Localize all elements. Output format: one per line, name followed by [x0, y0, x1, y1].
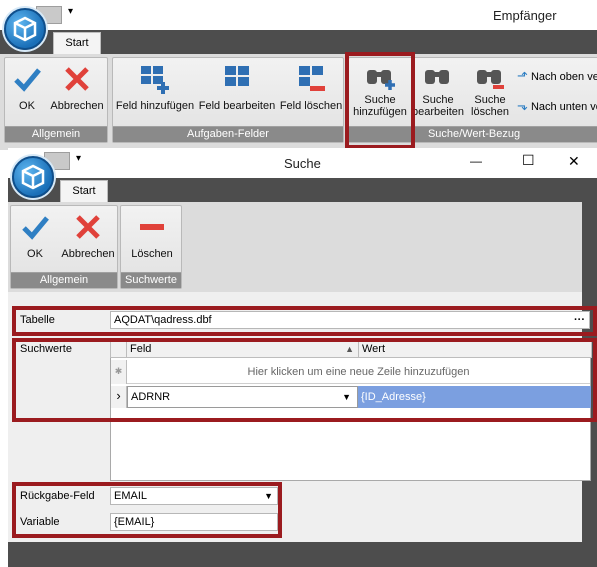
suche-hinzufuegen-button[interactable]: Suche hinzufügen	[351, 64, 409, 118]
back-group-allgemein: OK Abbrechen Allgemein	[4, 57, 108, 143]
new-row-marker-icon: ✱	[111, 360, 127, 384]
close-icon[interactable]: ✕	[568, 153, 580, 170]
dialog-group-allgemein-label: Allgemein	[11, 272, 117, 288]
dialog-title: Suche	[284, 156, 321, 171]
nach-unten-button[interactable]: ⬎ Nach unten ve	[517, 98, 597, 114]
grid-cell-wert[interactable]: {ID_Adresse}	[358, 386, 591, 408]
dialog-tab-start[interactable]: Start	[60, 180, 108, 202]
minimize-icon[interactable]: —	[470, 154, 482, 168]
chevron-down-icon[interactable]: ▼	[264, 488, 273, 504]
dialog-group-suchwerte-label: Suchwerte	[121, 272, 181, 288]
close-x-icon	[76, 215, 100, 239]
back-abbrechen-button[interactable]: Abbrechen	[49, 64, 105, 112]
sort-asc-icon: ▲	[345, 344, 354, 354]
dialog-qat-dropdown-icon[interactable]: ▾	[76, 153, 81, 164]
feld-bearbeiten-button[interactable]: Feld bearbeiten	[197, 64, 277, 112]
dialog-app-orb-icon[interactable]	[12, 156, 54, 198]
dialog-statusbar	[8, 542, 597, 567]
suche-loeschen-label-2: löschen	[471, 106, 509, 118]
suche-hinzufuegen-label-2: hinzufügen	[353, 106, 407, 118]
back-tab-start[interactable]: Start	[53, 32, 101, 54]
tabelle-field[interactable]: AQDAT\qadress.dbf ···	[110, 311, 590, 329]
add-field-icon	[141, 66, 169, 94]
back-ok-label: OK	[19, 100, 35, 112]
rueckgabe-select[interactable]: EMAIL ▼	[110, 487, 278, 505]
delete-field-icon	[299, 66, 325, 91]
checkmark-icon	[22, 216, 49, 240]
suche-bearbeiten-label-2: bearbeiten	[412, 106, 464, 118]
nach-oben-label: Nach oben ve	[530, 71, 597, 83]
suche-bearbeiten-label-1: Suche	[422, 94, 454, 106]
feld-hinzufuegen-button[interactable]: Feld hinzufügen	[115, 64, 195, 112]
feld-bearbeiten-label: Feld bearbeiten	[198, 100, 276, 112]
close-x-icon	[65, 67, 89, 91]
suche-loeschen-label-1: Suche	[474, 94, 506, 106]
grid-col-feld-label: Feld	[130, 343, 152, 355]
grid-cell-feld-value: ADRNR	[131, 391, 171, 403]
back-group-allgemein-label: Allgemein	[5, 126, 107, 142]
arrow-down-icon: ⬎	[517, 98, 528, 113]
variable-field[interactable]: {EMAIL}	[110, 513, 278, 531]
dialog-group-suchwerte: Löschen Suchwerte	[120, 205, 182, 289]
tabelle-label: Tabelle	[20, 314, 55, 326]
binoculars-icon	[425, 70, 449, 84]
variable-label: Variable	[20, 516, 60, 528]
grid-corner	[110, 341, 127, 358]
arrow-up-icon: ⬏	[517, 68, 528, 83]
back-group-aufgaben-felder-label: Aufgaben-Felder	[113, 126, 343, 142]
tabelle-value: AQDAT\qadress.dbf	[114, 314, 212, 326]
suche-hinzufuegen-label-1: Suche	[364, 94, 396, 106]
grid-col-wert-label: Wert	[362, 343, 386, 355]
suche-loeschen-button[interactable]: Suche löschen	[465, 64, 515, 118]
grid-cell-feld[interactable]: ADRNR ▼	[127, 386, 358, 408]
app-orb-icon[interactable]	[4, 8, 46, 50]
row-selector-icon[interactable]: ›	[111, 386, 127, 408]
back-group-suche-wert-bezug-label: Suche/Wert-Bezug	[349, 126, 597, 142]
suchwerte-grid: Feld ▲ Wert ✱ Hier klicken um eine neue …	[110, 341, 592, 481]
nach-oben-button[interactable]: ⬏ Nach oben ve	[517, 68, 597, 84]
back-group-aufgaben-felder: Feld hinzufügen Feld bearbeiten Feld lös…	[112, 57, 344, 143]
minus-icon	[140, 224, 164, 230]
grid-col-wert[interactable]: Wert	[358, 341, 592, 358]
suchwerte-label: Suchwerte	[20, 343, 72, 355]
dialog-abbrechen-label: Abbrechen	[61, 248, 115, 260]
back-group-suche-wert-bezug: Suche hinzufügen Suche bearbeiten Suche …	[348, 57, 597, 143]
dropdown-arrow-icon[interactable]: ▼	[342, 387, 351, 407]
rueckgabe-label: Rückgabe-Feld	[20, 490, 95, 502]
rueckgabe-value: EMAIL	[114, 490, 148, 502]
back-abbrechen-label: Abbrechen	[50, 100, 104, 112]
feld-loeschen-label: Feld löschen	[279, 100, 343, 112]
suche-bearbeiten-button[interactable]: Suche bearbeiten	[411, 64, 465, 118]
back-ok-button[interactable]: OK	[7, 64, 47, 112]
binoculars-add-icon	[367, 70, 395, 90]
feld-loeschen-button[interactable]: Feld löschen	[279, 64, 343, 112]
dialog-ok-label: OK	[27, 248, 43, 260]
grid-new-row[interactable]: Hier klicken um eine neue Zeile hinzuzuf…	[127, 360, 590, 384]
qat-dropdown-icon[interactable]: ▾	[68, 6, 73, 17]
binoculars-delete-icon	[477, 70, 504, 89]
grid-col-feld[interactable]: Feld ▲	[126, 341, 359, 358]
edit-field-icon	[225, 66, 249, 86]
dialog-loeschen-label: Löschen	[131, 248, 173, 260]
dialog-group-allgemein: OK Abbrechen Allgemein	[10, 205, 118, 289]
feld-hinzufuegen-label: Feld hinzufügen	[115, 100, 195, 112]
checkmark-icon	[14, 68, 41, 92]
dialog-abbrechen-button[interactable]: Abbrechen	[59, 212, 117, 260]
ellipsis-button[interactable]: ···	[574, 312, 585, 328]
dialog-loeschen-button[interactable]: Löschen	[123, 212, 181, 260]
back-window-title: Empfänger	[493, 8, 557, 23]
maximize-icon[interactable]: ☐	[522, 152, 535, 169]
nach-unten-label: Nach unten ve	[530, 101, 597, 113]
dialog-ok-button[interactable]: OK	[13, 212, 57, 260]
